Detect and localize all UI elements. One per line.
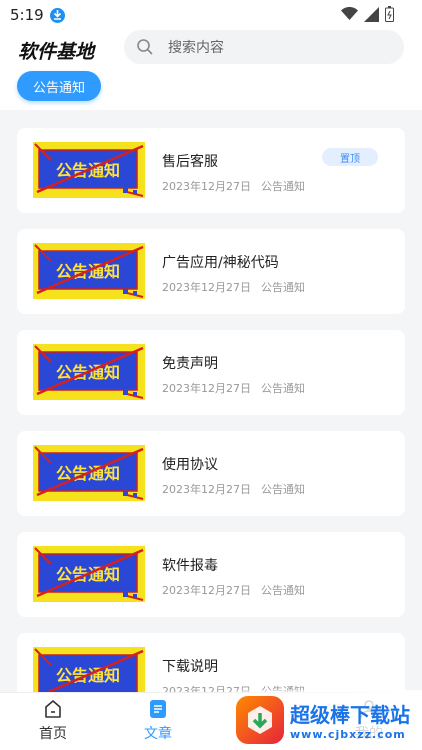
nav-home[interactable]: 首页 bbox=[18, 699, 88, 743]
announcement-thumbnail: 公告通知 bbox=[33, 546, 145, 602]
article-card[interactable]: 公告通知使用协议2023年12月27日公告通知 bbox=[17, 431, 405, 516]
article-title: 使用协议 bbox=[162, 457, 218, 473]
watermark-name: 超级棒下载站 bbox=[290, 703, 410, 727]
nav-home-label: 首页 bbox=[39, 726, 67, 742]
article-date: 2023年12月27日 bbox=[162, 180, 251, 193]
article-meta: 2023年12月27日公告通知 bbox=[162, 582, 315, 598]
article-card[interactable]: 公告通知广告应用/神秘代码2023年12月27日公告通知 bbox=[17, 229, 405, 314]
article-category: 公告通知 bbox=[261, 281, 305, 294]
pinned-badge: 置顶 bbox=[322, 148, 378, 166]
article-date: 2023年12月27日 bbox=[162, 584, 251, 597]
article-category: 公告通知 bbox=[261, 483, 305, 496]
wifi-icon bbox=[341, 7, 358, 20]
article-title: 下载说明 bbox=[162, 659, 218, 675]
watermark-url: www.cjbxzz.com bbox=[290, 728, 406, 741]
article-category: 公告通知 bbox=[261, 180, 305, 193]
search-placeholder: 搜索内容 bbox=[168, 40, 224, 56]
announcement-thumbnail: 公告通知 bbox=[33, 344, 145, 400]
article-date: 2023年12月27日 bbox=[162, 281, 251, 294]
search-icon bbox=[137, 39, 153, 55]
site-watermark: 超级棒下载站 www.cjbxzz.com bbox=[232, 690, 422, 750]
announcement-thumbnail: 公告通知 bbox=[33, 445, 145, 501]
status-time: 5:19 bbox=[10, 6, 44, 24]
article-card[interactable]: 公告通知免责声明2023年12月27日公告通知 bbox=[17, 330, 405, 415]
article-meta: 2023年12月27日公告通知 bbox=[162, 178, 315, 194]
battery-icon bbox=[385, 6, 394, 22]
status-bar: 5:19 bbox=[0, 0, 422, 30]
app-title: 软件基地 bbox=[18, 41, 95, 63]
article-meta: 2023年12月27日公告通知 bbox=[162, 481, 315, 497]
article-title: 售后客服 bbox=[162, 154, 218, 170]
home-icon bbox=[45, 700, 61, 718]
category-tabs: 公告通知 bbox=[0, 66, 422, 110]
article-date: 2023年12月27日 bbox=[162, 382, 251, 395]
article-card[interactable]: 公告通知软件报毒2023年12月27日公告通知 bbox=[17, 532, 405, 617]
signal-icon bbox=[364, 6, 379, 22]
article-date: 2023年12月27日 bbox=[162, 483, 251, 496]
nav-articles[interactable]: 文章 bbox=[123, 699, 193, 743]
article-title: 免责声明 bbox=[162, 356, 218, 372]
nav-articles-label: 文章 bbox=[144, 726, 172, 742]
article-category: 公告通知 bbox=[261, 584, 305, 597]
announcement-thumbnail: 公告通知 bbox=[33, 142, 145, 198]
download-icon bbox=[49, 7, 65, 23]
app-header: 软件基地 搜索内容 bbox=[0, 30, 422, 66]
article-title: 软件报毒 bbox=[162, 558, 218, 574]
announcement-thumbnail: 公告通知 bbox=[33, 243, 145, 299]
tab-announcements[interactable]: 公告通知 bbox=[17, 71, 101, 101]
search-input[interactable]: 搜索内容 bbox=[124, 30, 404, 64]
article-list: 公告通知售后客服2023年12月27日公告通知置顶公告通知广告应用/神秘代码20… bbox=[17, 128, 405, 734]
article-meta: 2023年12月27日公告通知 bbox=[162, 279, 315, 295]
article-title: 广告应用/神秘代码 bbox=[162, 255, 279, 271]
article-card[interactable]: 公告通知售后客服2023年12月27日公告通知置顶 bbox=[17, 128, 405, 213]
article-category: 公告通知 bbox=[261, 382, 305, 395]
watermark-logo bbox=[236, 696, 284, 744]
article-meta: 2023年12月27日公告通知 bbox=[162, 380, 315, 396]
article-icon bbox=[150, 700, 166, 718]
